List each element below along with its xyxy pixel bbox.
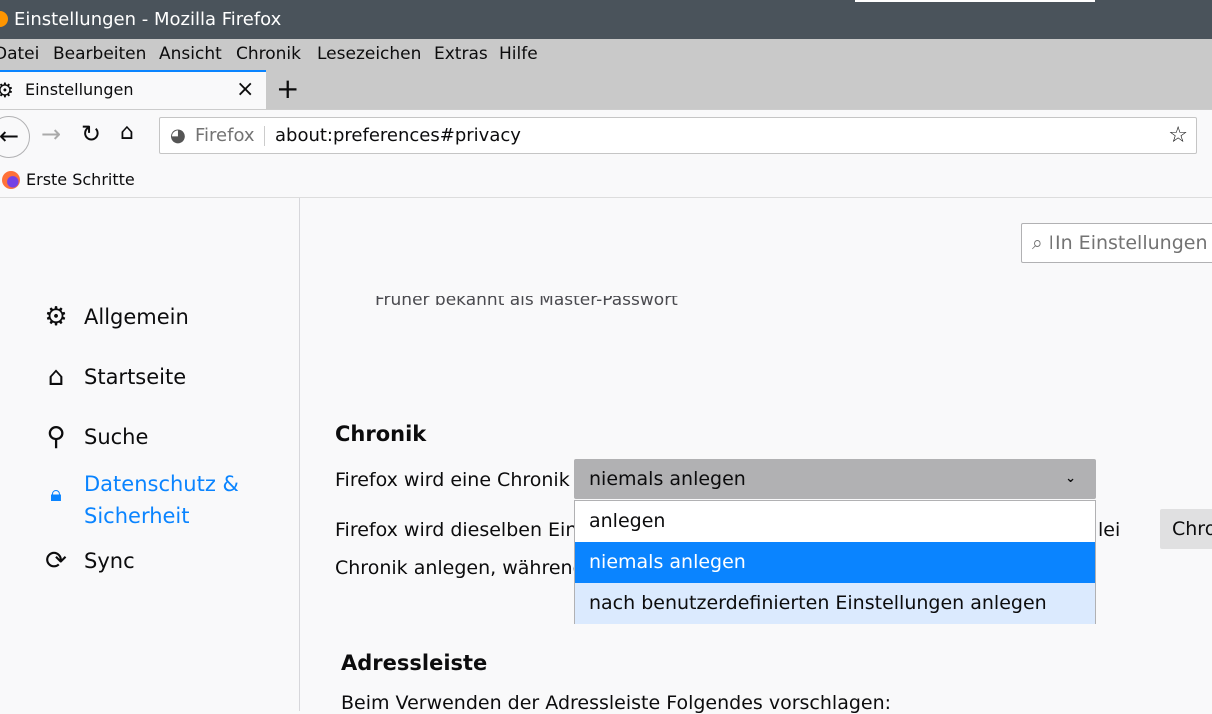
history-label: Firefox wird eine Chronik: [335, 469, 570, 491]
url-bar[interactable]: ◕ Firefox about:preferences#privacy ☆: [159, 117, 1197, 154]
title-bar: Einstellungen - Mozilla Firefox: [0, 0, 1212, 39]
menu-datei[interactable]: Datei: [0, 39, 39, 70]
addressbar-heading: Adressleiste: [341, 651, 488, 675]
sidebar-item-label: Suche: [84, 425, 149, 449]
identity-icon: ◕: [170, 125, 186, 146]
back-button[interactable]: ←: [0, 116, 30, 158]
firefox-logo-icon: [2, 171, 20, 189]
title-bar-highlight: [855, 0, 1095, 2]
url-text[interactable]: about:preferences#privacy: [275, 118, 521, 153]
label-line1: Datenschutz &: [84, 472, 239, 496]
sidebar-item-label: Datenschutz & Sicherheit: [84, 468, 239, 532]
sidebar-item-datenschutz[interactable]: 🔒︎ Datenschutz & Sicherheit: [40, 468, 239, 532]
sync-icon: ⟳: [45, 546, 67, 576]
history-mode-select[interactable]: niemals anlegen ⌄: [574, 459, 1096, 499]
sidebar-item-label: Sync: [84, 549, 135, 573]
tab-label: Einstellungen: [25, 80, 134, 99]
menu-chronik[interactable]: Chronik: [236, 39, 301, 70]
history-description-2: Chronik anlegen, während: [335, 557, 585, 579]
history-description: Firefox wird dieselben Eins: [335, 519, 588, 541]
previous-note: Früher bekannt als Master-Passwort: [375, 290, 678, 310]
tab-bar: ⚙ Einstellungen × +: [0, 70, 1212, 109]
history-mode-dropdown: anlegen niemals anlegen nach benutzerdef…: [574, 500, 1096, 624]
sidebar-item-label: Startseite: [84, 365, 187, 389]
lock-icon: 🔒︎: [50, 482, 62, 507]
gear-icon: ⚙: [0, 78, 14, 102]
sidebar-item-label: Allgemein: [84, 305, 189, 329]
divider: [264, 126, 265, 146]
menu-extras[interactable]: Extras: [434, 39, 488, 70]
chevron-down-icon: ⌄: [1065, 471, 1076, 486]
clear-history-button[interactable]: Chro: [1160, 509, 1212, 549]
menu-lesezeichen[interactable]: Lesezeichen: [317, 39, 421, 70]
sidebar-item-startseite[interactable]: ⌂ Startseite: [40, 362, 186, 392]
forward-button[interactable]: →: [41, 120, 61, 148]
navigation-bar: ← → ↻ ⌂ ◕ Firefox about:preferences#priv…: [0, 109, 1212, 161]
sidebar-item-sync[interactable]: ⟳ Sync: [40, 546, 135, 576]
menu-bar: Datei Bearbeiten Ansicht Chronik Lesezei…: [0, 39, 1212, 70]
identity-label: Firefox: [195, 125, 255, 146]
menu-bearbeiten[interactable]: Bearbeiten: [53, 39, 146, 70]
firefox-logo-icon: [0, 11, 8, 27]
close-tab-icon[interactable]: ×: [236, 72, 254, 108]
home-icon: ⌂: [47, 362, 65, 392]
bookmarks-toolbar: Erste Schritte: [0, 161, 1212, 198]
sidebar-item-allgemein[interactable]: ⚙ Allgemein: [40, 302, 189, 332]
gear-icon: ⚙: [44, 302, 68, 332]
tab-einstellungen[interactable]: ⚙ Einstellungen ×: [0, 70, 266, 109]
sidebar: ⚙ Allgemein ⌂ Startseite ⚲ Suche 🔒︎ Datensch…: [0, 198, 300, 711]
history-description-end: lei: [1098, 519, 1121, 541]
search-box: ⌕ In Einstellungen s: [1021, 223, 1212, 263]
search-input[interactable]: [1022, 224, 1212, 262]
sidebar-item-suche[interactable]: ⚲ Suche: [40, 422, 148, 452]
bookmark-label: Erste Schritte: [26, 170, 135, 189]
menu-ansicht[interactable]: Ansicht: [159, 39, 222, 70]
label-line2: Sicherheit: [84, 504, 190, 528]
search-icon: ⚲: [46, 422, 66, 452]
history-heading: Chronik: [335, 422, 427, 446]
new-tab-button[interactable]: +: [276, 72, 299, 106]
bookmark-star-icon[interactable]: ☆: [1168, 118, 1188, 153]
menu-hilfe[interactable]: Hilfe: [499, 39, 538, 70]
reload-button[interactable]: ↻: [81, 120, 101, 148]
window-title: Einstellungen - Mozilla Firefox: [14, 9, 282, 30]
home-button[interactable]: ⌂: [120, 120, 134, 145]
option-benutzerdefiniert[interactable]: nach benutzerdefinierten Einstellungen a…: [575, 583, 1095, 624]
selected-value: niemals anlegen: [589, 468, 746, 490]
option-anlegen[interactable]: anlegen: [575, 501, 1095, 542]
option-niemals-anlegen[interactable]: niemals anlegen: [575, 542, 1095, 583]
